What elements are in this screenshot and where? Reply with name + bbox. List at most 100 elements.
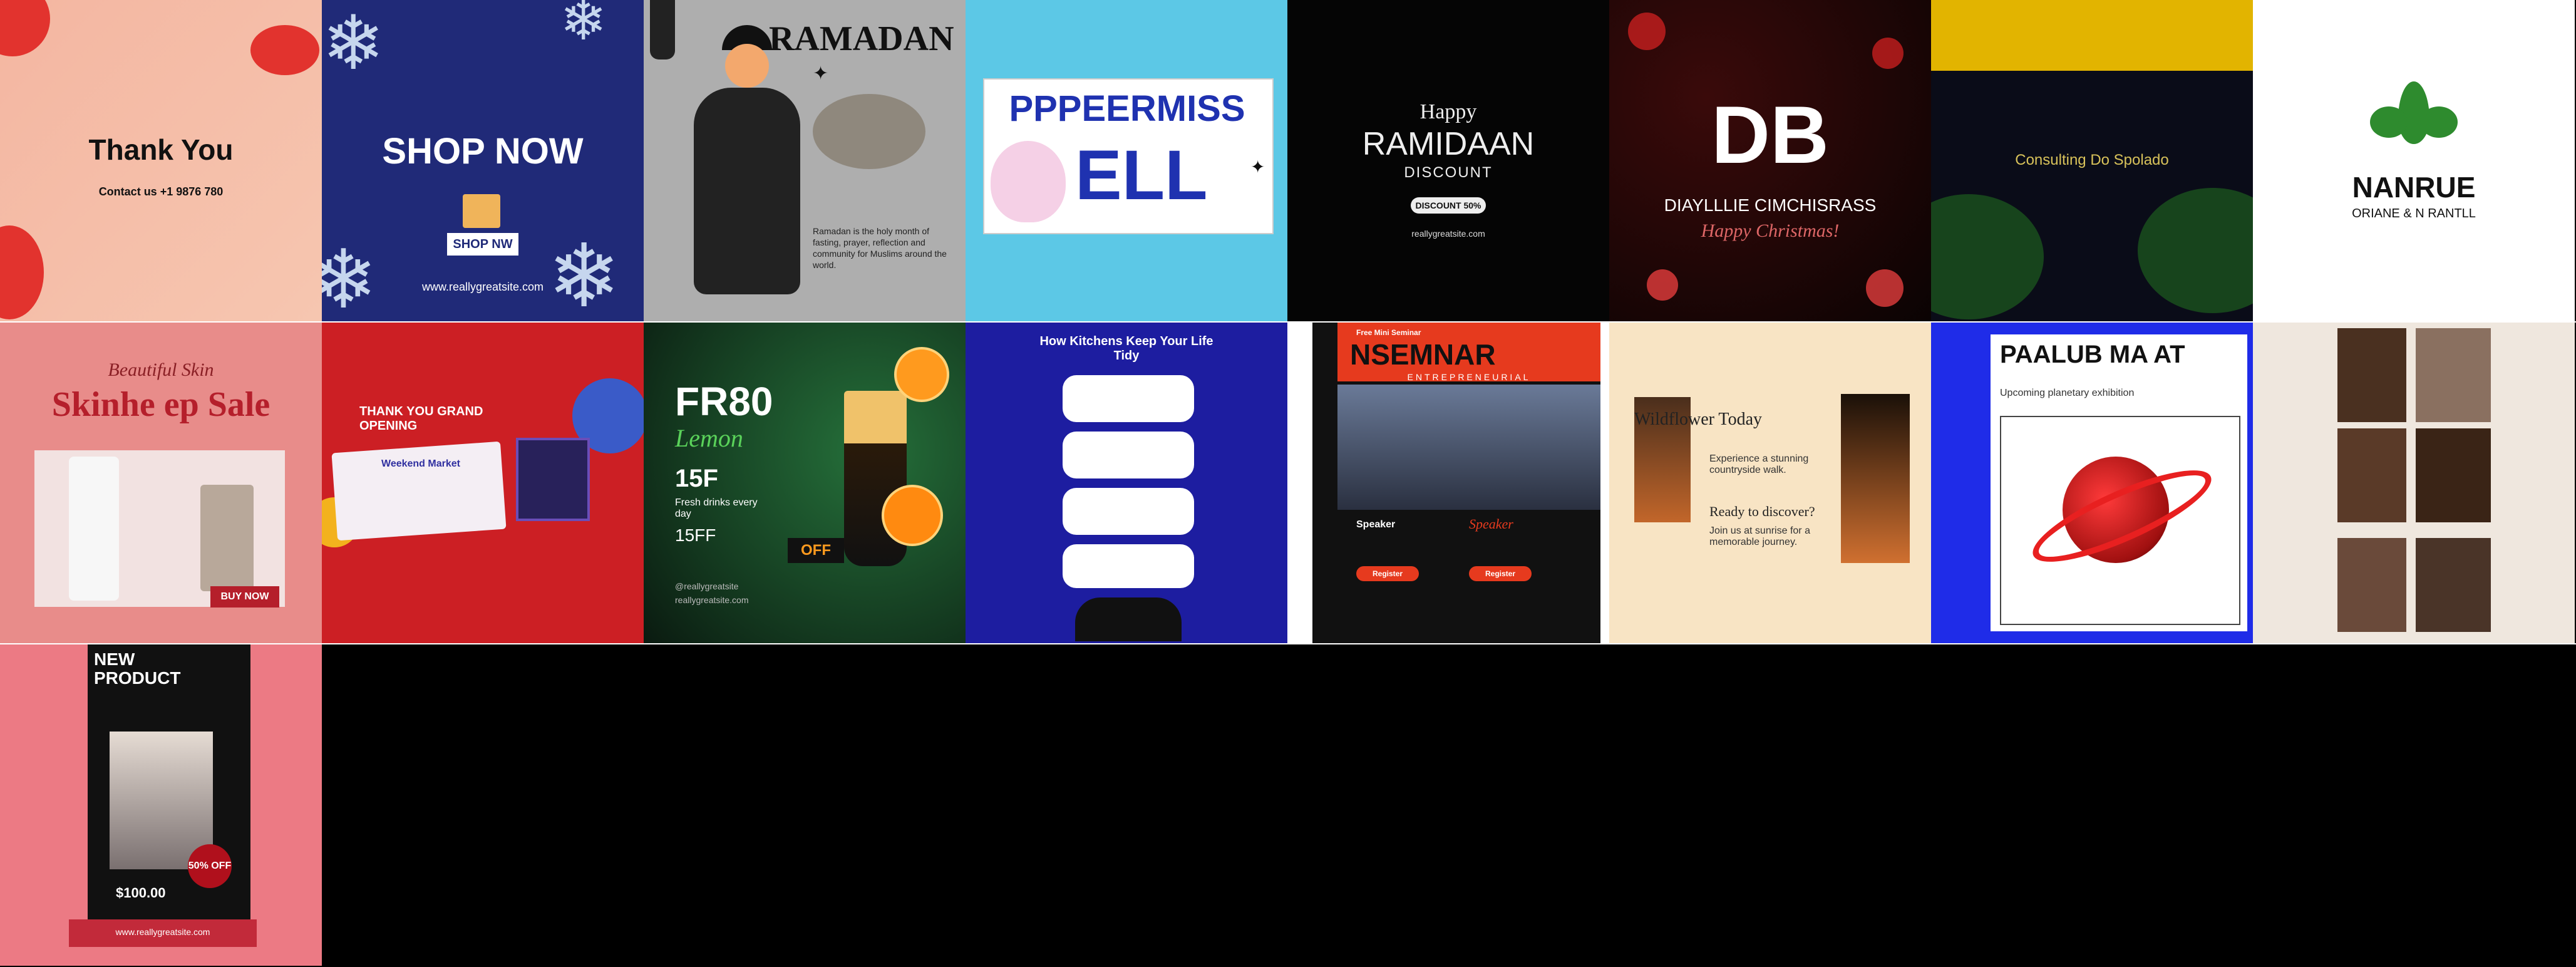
red-blob-decoration <box>250 25 319 75</box>
bokeh-light <box>1628 13 1666 50</box>
detail-text: Join us at sunrise for a memorable journ… <box>1709 525 1810 547</box>
template-new-product[interactable]: NEW PRODUCT 50% OFF $100.00 www.reallygr… <box>0 644 322 966</box>
collage-photo <box>2416 428 2491 522</box>
opening-title: THANK YOU GRAND OPENING <box>359 405 483 433</box>
question-text: Ready to discover? <box>1709 504 1815 519</box>
collage-photo <box>2416 538 2491 632</box>
speaker-name: Speaker <box>1356 519 1396 530</box>
template-nanrue-logo[interactable]: NANRUE ORIANE & N RANTLL <box>2253 0 2575 322</box>
star-icon: ✦ <box>813 63 829 84</box>
contact-text: Contact us +1 9876 780 <box>98 185 224 198</box>
offer-text: 15FF <box>675 525 716 545</box>
cloud-decoration <box>813 94 925 169</box>
person-figure <box>688 25 806 301</box>
consulting-text: Consulting Do Spolado <box>2015 152 2169 168</box>
template-seminar[interactable]: Free Mini Seminar NSEMNAR ENTREPRENEURIA… <box>1287 322 1609 644</box>
photo-card <box>516 438 590 521</box>
headline-line-1: PPPEERMISS <box>1009 88 1245 129</box>
social-handle: @reallygreatsite <box>675 581 739 591</box>
script-word: Lemon <box>675 424 743 452</box>
poster-title: PAALUB MA AT <box>2000 341 2185 368</box>
snowflake-icon: ❄ <box>322 1 385 85</box>
photo-right <box>1841 394 1910 563</box>
template-lemon-drink[interactable]: FR80 Lemon 15F Fresh drinks every day 15… <box>644 322 966 644</box>
tube-product <box>69 457 119 601</box>
script-text: Beautiful Skin <box>108 359 214 380</box>
thank-you-title: Thank You <box>88 133 234 166</box>
card-title: Weekend Market <box>381 458 460 469</box>
seminar-label: Free Mini Seminar <box>1356 328 1421 337</box>
template-peppermint[interactable]: PPPEERMISS ELL ✦ <box>966 0 1287 322</box>
unicorn-icon <box>991 141 1066 222</box>
leaf-logo-icon <box>2370 81 2458 150</box>
site-url: www.reallygreatsite.com <box>421 281 544 293</box>
bokeh-light <box>1866 269 1904 307</box>
shop-button[interactable]: SHOP NW <box>447 233 518 256</box>
template-grand-opening[interactable]: THANK YOU GRAND OPENING Weekend Market <box>322 322 644 644</box>
template-consulting[interactable]: Consulting Do Spolado <box>1931 0 2253 322</box>
christmas-line-1: DIAYLLLIE CIMCHISRASS <box>1664 195 1877 215</box>
seminar-title: NSEMNAR <box>1350 338 1496 371</box>
template-photo-collage[interactable] <box>2253 322 2575 644</box>
price-text: 15F <box>675 465 718 492</box>
big-letters: DB <box>1711 89 1829 180</box>
grid-line <box>0 321 2576 323</box>
collage-photo <box>2337 328 2406 422</box>
template-christmas[interactable]: DB DIAYLLLIE CIMCHISRASS Happy Christmas… <box>1609 0 1931 322</box>
site-url: reallygreatsite.com <box>675 595 749 605</box>
info-card <box>1063 375 1194 422</box>
snowflake-icon: ❄ <box>322 234 378 322</box>
ramadan-body: Ramadan is the holy month of fasting, pr… <box>813 226 947 270</box>
brand-name: NANRUE <box>2352 171 2476 204</box>
sale-title: Skinhe ep Sale <box>51 385 270 424</box>
brand-subtitle: ORIANE & N RANTLL <box>2352 207 2476 220</box>
shop-now-title: SHOP NOW <box>382 131 584 172</box>
collage-photo <box>2337 428 2406 522</box>
bokeh-light <box>1872 38 1904 69</box>
poster-subtitle: Upcoming planetary exhibition <box>2000 388 2135 398</box>
info-card <box>1063 544 1194 588</box>
info-card <box>1063 488 1194 535</box>
intro-text: Experience a stunning countryside walk. <box>1709 453 1809 475</box>
sparkle-icon: ✦ <box>1250 157 1265 177</box>
buy-now-button[interactable]: BUY NOW <box>210 586 279 608</box>
red-blob-decoration <box>0 0 50 56</box>
register-button[interactable]: Register <box>1356 566 1419 581</box>
template-ramadan[interactable]: RAMADAN ✦ Ramadan is the holy month of f… <box>644 0 966 322</box>
collage-photo <box>2416 328 2491 422</box>
orange-slice-icon <box>894 347 949 402</box>
price-text: $100.00 <box>116 885 166 901</box>
orange-slice-icon <box>882 485 943 546</box>
big-headline: FR80 <box>675 379 773 424</box>
headline-line-2: ELL <box>1075 136 1208 214</box>
christmas-line-2: Happy Christmas! <box>1701 220 1840 241</box>
bokeh-light <box>1647 269 1678 301</box>
template-shop-now[interactable]: ❄ ❄ ❄ ❄ SHOP NOW SHOP NW www.reallygreat… <box>322 0 644 322</box>
template-thank-you[interactable]: Thank You Contact us +1 9876 780 <box>0 0 322 322</box>
register-button[interactable]: Register <box>1469 566 1532 581</box>
collage-photo <box>2337 538 2406 632</box>
template-infographic[interactable]: How Kitchens Keep Your Life Tidy <box>966 322 1287 644</box>
template-planet-poster[interactable]: PAALUB MA AT Upcoming planetary exhibiti… <box>1931 322 2253 644</box>
discount-subtitle: DISCOUNT <box>1404 164 1493 181</box>
discount-badge: DISCOUNT 50% <box>1411 197 1486 214</box>
lantern-icon <box>650 0 675 59</box>
snowflake-icon: ❄ <box>547 227 621 322</box>
happy-text: Happy <box>1419 100 1477 123</box>
template-ramadan-discount[interactable]: Happy RAMIDAAN DISCOUNT DISCOUNT 50% rea… <box>1287 0 1609 322</box>
discount-badge: 50% OFF <box>188 844 232 888</box>
info-card <box>1063 432 1194 478</box>
ramadan-title: RAMADAN <box>769 19 954 58</box>
people-illustration <box>1075 597 1182 641</box>
calendar-card <box>331 441 507 541</box>
bottle-product <box>200 485 254 591</box>
green-glow <box>1931 194 2044 319</box>
site-url: www.reallygreatsite.com <box>115 927 210 937</box>
seminar-subtitle: ENTREPRENEURIAL <box>1407 372 1531 382</box>
new-product-title: NEW PRODUCT <box>94 649 181 688</box>
snowflake-icon: ❄ <box>560 0 607 52</box>
template-skincare-sale[interactable]: Beautiful Skin Skinhe ep Sale BUY NOW <box>0 322 322 644</box>
template-wildflower[interactable]: Wildflower Today Experience a stunning c… <box>1609 322 1931 644</box>
shopping-bag-icon <box>463 194 500 228</box>
ramadan-title: RAMIDAAN <box>1362 126 1535 162</box>
